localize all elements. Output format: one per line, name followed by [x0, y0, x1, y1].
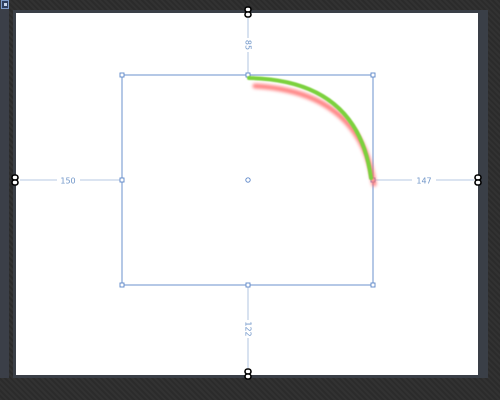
chain-link-icon[interactable]	[244, 6, 252, 18]
right-distance-label: 147	[416, 177, 431, 186]
app-window: 85 150 147 122	[0, 0, 500, 400]
resize-handle-bottom-right-icon[interactable]	[370, 282, 376, 288]
bottom-distance-label: 122	[244, 321, 253, 336]
top-distance-label: 85	[244, 40, 253, 50]
resize-handle-top-left-icon[interactable]	[119, 72, 125, 78]
resize-handle-middle-left-icon[interactable]	[119, 177, 125, 183]
chain-link-icon[interactable]	[244, 368, 252, 380]
chain-link-icon[interactable]	[11, 174, 19, 186]
left-tool-strip	[0, 0, 9, 378]
resize-handle-bottom-center-icon[interactable]	[245, 282, 251, 288]
panel-toggle-icon[interactable]	[1, 0, 9, 9]
resize-handle-top-right-icon[interactable]	[370, 72, 376, 78]
resize-handle-bottom-left-icon[interactable]	[119, 282, 125, 288]
left-distance-label: 150	[60, 177, 75, 186]
chain-link-icon[interactable]	[474, 174, 482, 186]
